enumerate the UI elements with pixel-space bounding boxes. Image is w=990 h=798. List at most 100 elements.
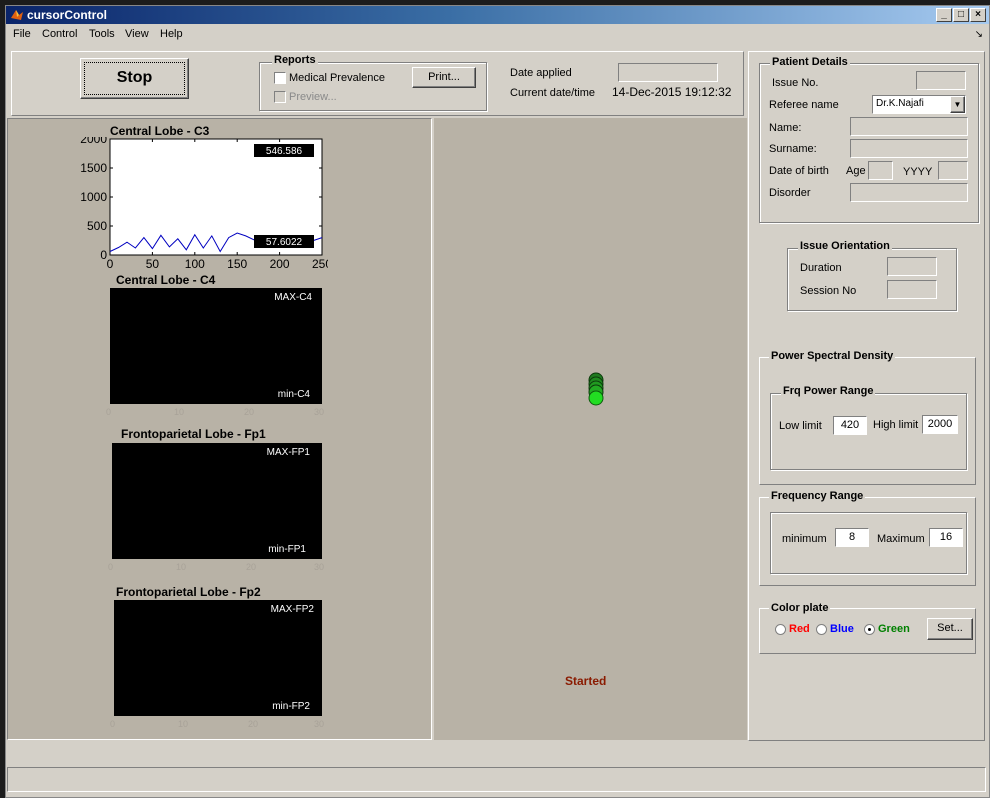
stop-button[interactable]: Stop <box>80 58 189 99</box>
menu-file[interactable]: File <box>13 28 31 40</box>
fp2-plot[interactable]: MAX-FP2 min-FP2 <box>114 600 322 716</box>
c3-x-tick-label: 250 <box>312 257 328 271</box>
date-applied-label: Date applied <box>510 67 572 79</box>
c3-y-tick-label: 0 <box>100 248 107 262</box>
current-datetime-label: Current date/time <box>510 87 595 99</box>
c3-max-value: 546.586 <box>266 146 303 157</box>
maximum-input[interactable]: 16 <box>929 528 963 547</box>
blue-label: Blue <box>830 623 854 635</box>
fp1-min-tag: min-FP1 <box>268 544 306 555</box>
duration-label: Duration <box>800 262 842 274</box>
surname-label: Surname: <box>769 143 817 155</box>
fp2-plot-title: Frontoparietal Lobe - Fp2 <box>116 585 261 599</box>
referee-name-label: Referee name <box>769 99 839 111</box>
cursor-area[interactable]: Started <box>434 118 747 740</box>
date-of-birth-label: Date of birth <box>769 165 829 177</box>
status-text: Started <box>565 674 607 688</box>
minimum-label: minimum <box>782 533 827 545</box>
menu-help[interactable]: Help <box>160 28 183 40</box>
green-label: Green <box>878 623 910 635</box>
referee-name-select[interactable]: Dr.K.Najafi ▼ <box>872 95 966 114</box>
session-no-field[interactable] <box>887 280 937 299</box>
reports-title: Reports <box>272 54 318 66</box>
control-panel: Stop Reports Medical Prevalence Preview.… <box>11 51 744 116</box>
minimum-input[interactable]: 8 <box>835 528 869 547</box>
title-bar[interactable]: cursorControl _ □ × <box>6 6 989 24</box>
c3-y-tick-label: 1000 <box>80 190 107 204</box>
status-bar <box>7 767 986 792</box>
name-label: Name: <box>769 122 802 134</box>
yyyy-label: YYYY <box>903 166 933 178</box>
low-limit-input[interactable]: 420 <box>833 416 867 435</box>
matlab-icon <box>11 10 23 20</box>
frq-power-range-title: Frq Power Range <box>781 385 876 397</box>
high-limit-label: High limit <box>873 419 919 431</box>
psd-title: Power Spectral Density <box>769 350 896 362</box>
preview-label: Preview... <box>289 91 337 103</box>
age-field[interactable] <box>868 161 893 180</box>
c3-x-tick-label: 150 <box>227 257 247 271</box>
minimize-button[interactable]: _ <box>936 8 952 22</box>
c3-y-tick-label: 500 <box>87 219 107 233</box>
app-window: cursorControl _ □ × File Control Tools V… <box>5 5 990 798</box>
fp1-tick-labels: 0 10 20 30 <box>108 562 325 572</box>
chevron-down-icon[interactable]: ▼ <box>950 96 965 113</box>
disorder-label: Disorder <box>769 187 811 199</box>
preview-checkbox[interactable] <box>274 91 286 103</box>
close-button[interactable]: × <box>970 8 986 22</box>
menu-bar: File Control Tools View Help ↘ <box>6 26 989 44</box>
print-button[interactable]: Print... <box>412 67 476 88</box>
green-radio[interactable] <box>864 624 875 635</box>
patient-details-title: Patient Details <box>770 56 850 68</box>
date-applied-field[interactable] <box>618 63 718 82</box>
window-title: cursorControl <box>27 8 108 22</box>
fp1-plot[interactable]: MAX-FP1 min-FP1 <box>112 443 322 559</box>
fp2-max-tag: MAX-FP2 <box>270 604 314 615</box>
c3-x-tick-label: 200 <box>270 257 290 271</box>
maximum-label: Maximum <box>877 533 925 545</box>
fp2-tick-labels: 0 10 20 30 <box>110 719 325 729</box>
set-color-button[interactable]: Set... <box>927 618 973 640</box>
c3-plot-title: Central Lobe - C3 <box>110 124 210 138</box>
issue-no-label: Issue No. <box>772 77 819 89</box>
issue-orientation-title: Issue Orientation <box>798 240 892 252</box>
maximize-button[interactable]: □ <box>953 8 969 22</box>
c4-plot-title: Central Lobe - C4 <box>116 273 216 287</box>
cursor-ball-icon <box>588 372 604 406</box>
high-limit-input[interactable]: 2000 <box>922 415 958 434</box>
session-no-label: Session No <box>800 285 857 297</box>
red-radio[interactable] <box>775 624 786 635</box>
fp2-min-tag: min-FP2 <box>272 701 310 712</box>
medical-prevalence-checkbox[interactable] <box>274 72 286 84</box>
year-field[interactable] <box>938 161 968 180</box>
issue-no-field[interactable] <box>916 71 966 90</box>
menu-control[interactable]: Control <box>42 28 77 40</box>
c3-x-tick-label: 0 <box>107 257 114 271</box>
c3-y-tick-label: 1500 <box>80 161 107 175</box>
red-label: Red <box>789 623 810 635</box>
age-label: Age <box>846 165 866 177</box>
c3-min-value: 57.6022 <box>266 237 303 248</box>
current-datetime-value: 14-Dec-2015 19:12:32 <box>612 85 732 99</box>
c3-x-tick-label: 100 <box>185 257 205 271</box>
menu-view[interactable]: View <box>125 28 149 40</box>
c4-tick-labels: 0 10 20 30 <box>106 407 325 417</box>
surname-field[interactable] <box>850 139 968 158</box>
color-plate-title: Color plate <box>769 602 831 614</box>
c4-plot[interactable]: MAX-C4 min-C4 <box>110 288 322 404</box>
dock-arrow-icon[interactable]: ↘ <box>975 29 983 40</box>
name-field[interactable] <box>850 117 968 136</box>
duration-field[interactable] <box>887 257 937 276</box>
referee-name-value: Dr.K.Najafi <box>876 98 924 109</box>
blue-radio[interactable] <box>816 624 827 635</box>
c3-plot[interactable]: 0501001502002500500100015002000 546.586 … <box>68 137 328 277</box>
medical-prevalence-label: Medical Prevalence <box>289 72 385 84</box>
frequency-range-title: Frequency Range <box>769 490 866 502</box>
menu-tools[interactable]: Tools <box>89 28 115 40</box>
c4-min-tag: min-C4 <box>277 389 310 400</box>
fp1-plot-title: Frontoparietal Lobe - Fp1 <box>121 427 266 441</box>
c4-max-tag: MAX-C4 <box>274 292 312 303</box>
low-limit-label: Low limit <box>779 420 822 432</box>
disorder-field[interactable] <box>850 183 968 202</box>
plot-panel: Central Lobe - C3 0 50 100 150 200 250 0 500 100… <box>7 118 432 740</box>
